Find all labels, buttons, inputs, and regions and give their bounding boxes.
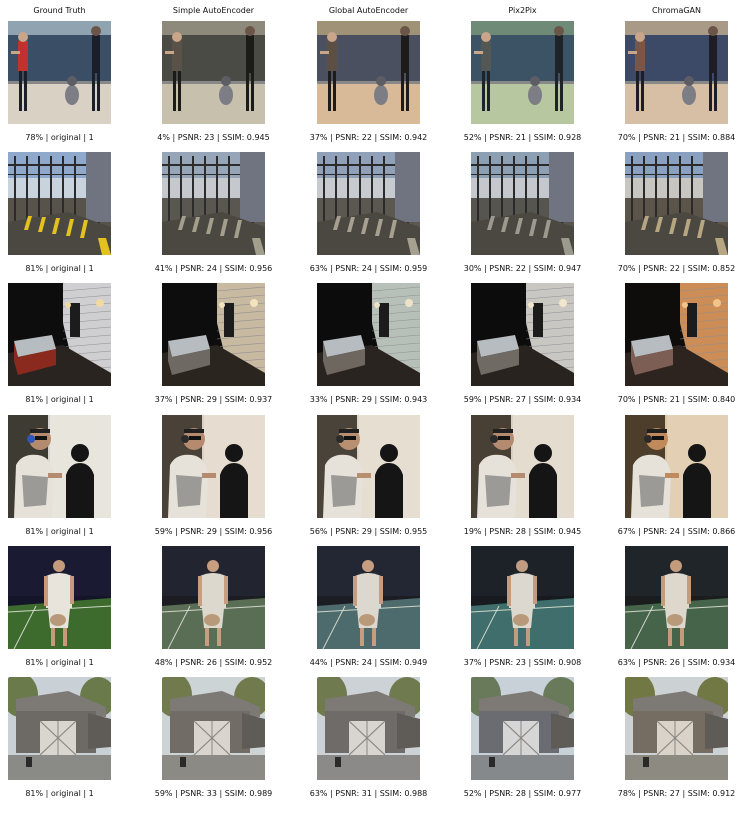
- result-image: [317, 677, 420, 780]
- image-caption: 30% | PSNR: 22 | SSIM: 0.947: [463, 264, 582, 273]
- result-image: [8, 152, 111, 255]
- result-image: [317, 283, 420, 386]
- image-caption: 70% | PSNR: 21 | SSIM: 0.884: [617, 133, 736, 142]
- image-caption: 33% | PSNR: 29 | SSIM: 0.943: [309, 395, 428, 404]
- image-caption: 67% | PSNR: 24 | SSIM: 0.866: [617, 527, 736, 536]
- image-caption: 41% | PSNR: 24 | SSIM: 0.956: [154, 264, 273, 273]
- column-title: Simple AutoEncoder: [172, 6, 255, 15]
- result-image: [317, 415, 420, 518]
- result-image: [162, 283, 265, 386]
- image-caption: 4% | PSNR: 23 | SSIM: 0.945: [157, 133, 270, 142]
- column-title: Global AutoEncoder: [328, 6, 409, 15]
- column-title: Ground Truth: [33, 6, 86, 15]
- image-caption: 81% | original | 1: [25, 527, 94, 536]
- result-image: [317, 152, 420, 255]
- image-caption: 56% | PSNR: 29 | SSIM: 0.955: [309, 527, 428, 536]
- image-caption: 70% | PSNR: 22 | SSIM: 0.852: [617, 264, 736, 273]
- image-caption: 78% | original | 1: [25, 133, 94, 142]
- result-image: [625, 415, 728, 518]
- image-caption: 59% | PSNR: 29 | SSIM: 0.956: [154, 527, 273, 536]
- image-caption: 63% | PSNR: 24 | SSIM: 0.959: [309, 264, 428, 273]
- result-image: [317, 21, 420, 124]
- result-image: [8, 415, 111, 518]
- image-caption: 52% | PSNR: 21 | SSIM: 0.928: [463, 133, 582, 142]
- image-caption: 37% | PSNR: 23 | SSIM: 0.908: [463, 658, 582, 667]
- image-caption: 52% | PSNR: 28 | SSIM: 0.977: [463, 789, 582, 798]
- column-title: Pix2Pix: [508, 6, 537, 15]
- image-caption: 59% | PSNR: 27 | SSIM: 0.934: [463, 395, 582, 404]
- result-image: [162, 677, 265, 780]
- image-caption: 81% | original | 1: [25, 264, 94, 273]
- result-image: [162, 21, 265, 124]
- image-caption: 81% | original | 1: [25, 658, 94, 667]
- result-image: [625, 152, 728, 255]
- result-image: [625, 283, 728, 386]
- result-image: [8, 546, 111, 649]
- image-caption: 78% | PSNR: 27 | SSIM: 0.912: [617, 789, 736, 798]
- image-caption: 37% | PSNR: 22 | SSIM: 0.942: [309, 133, 428, 142]
- image-caption: 44% | PSNR: 24 | SSIM: 0.949: [309, 658, 428, 667]
- image-caption: 81% | original | 1: [25, 789, 94, 798]
- result-image: [162, 415, 265, 518]
- image-caption: 59% | PSNR: 33 | SSIM: 0.989: [154, 789, 273, 798]
- result-image: [471, 21, 574, 124]
- result-image: [162, 546, 265, 649]
- column-title: ChromaGAN: [651, 6, 701, 15]
- image-caption: 63% | PSNR: 26 | SSIM: 0.934: [617, 658, 736, 667]
- result-image: [471, 152, 574, 255]
- result-image: [8, 677, 111, 780]
- result-image: [625, 677, 728, 780]
- image-caption: 37% | PSNR: 29 | SSIM: 0.937: [154, 395, 273, 404]
- result-image: [471, 546, 574, 649]
- result-image: [162, 152, 265, 255]
- result-image: [317, 546, 420, 649]
- result-image: [471, 283, 574, 386]
- result-image: [8, 283, 111, 386]
- image-caption: 70% | PSNR: 21 | SSIM: 0.840: [617, 395, 736, 404]
- image-caption: 19% | PSNR: 28 | SSIM: 0.945: [463, 527, 582, 536]
- result-image: [471, 677, 574, 780]
- result-image: [8, 21, 111, 124]
- image-caption: 63% | PSNR: 31 | SSIM: 0.988: [309, 789, 428, 798]
- result-image: [625, 21, 728, 124]
- image-caption: 81% | original | 1: [25, 395, 94, 404]
- image-caption: 48% | PSNR: 26 | SSIM: 0.952: [154, 658, 273, 667]
- result-image: [625, 546, 728, 649]
- result-image: [471, 415, 574, 518]
